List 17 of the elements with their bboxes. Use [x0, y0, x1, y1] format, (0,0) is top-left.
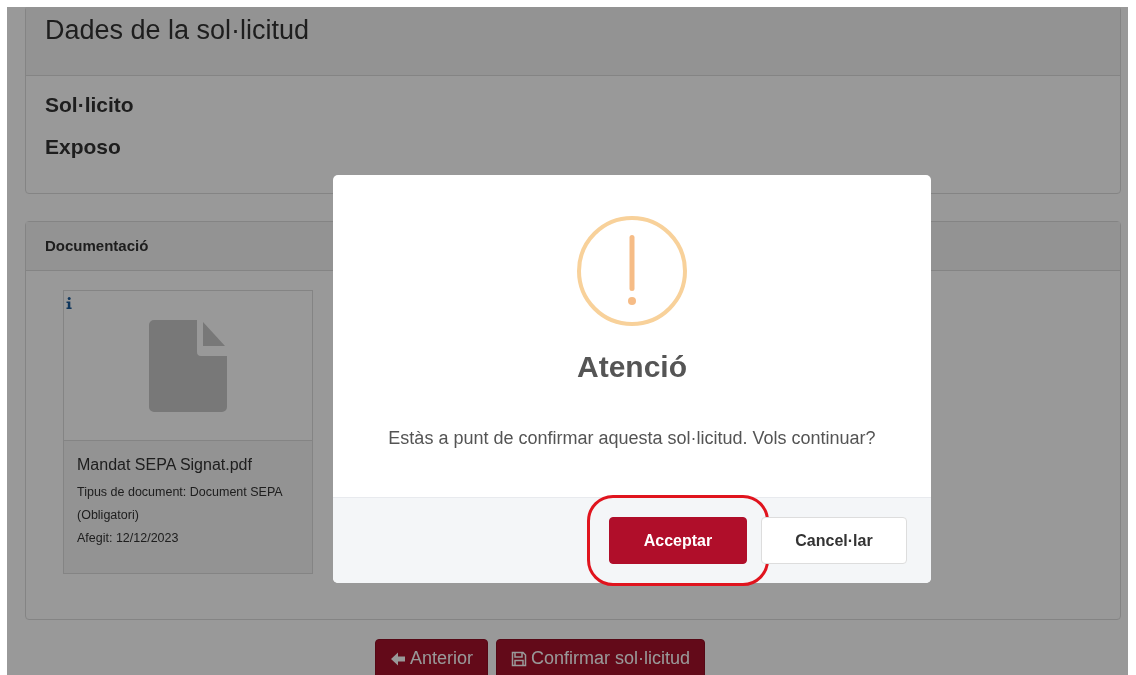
file-name: Mandat SEPA Signat.pdf: [77, 455, 253, 475]
section-heading: Sol·licito: [45, 92, 135, 118]
confirm-button[interactable]: Confirmar sol·licitud: [496, 639, 706, 675]
section-heading: Exposo: [45, 134, 122, 160]
info-icon[interactable]: [66, 297, 72, 309]
dialog-message: Estàs a punt de confirmar aquesta sol·licitud. Vols continuar?: [387, 427, 877, 450]
document-type: Tipus de document: Document SEPA (Obligatori): [77, 484, 284, 524]
warning-icon: [576, 215, 688, 327]
arrow-left-icon: [389, 650, 406, 667]
added-date: Afegit: 12/12/2023: [77, 530, 180, 547]
file-icon: [149, 319, 227, 412]
cancel-button[interactable]: Cancel·lar: [761, 517, 907, 564]
accept-button[interactable]: Acceptar: [609, 517, 747, 564]
section-title: Documentació: [45, 236, 150, 256]
page-title: Dades de la sol·licitud: [45, 14, 311, 47]
back-button[interactable]: Anterior: [374, 639, 488, 675]
dialog-title: Atenció: [576, 349, 688, 385]
